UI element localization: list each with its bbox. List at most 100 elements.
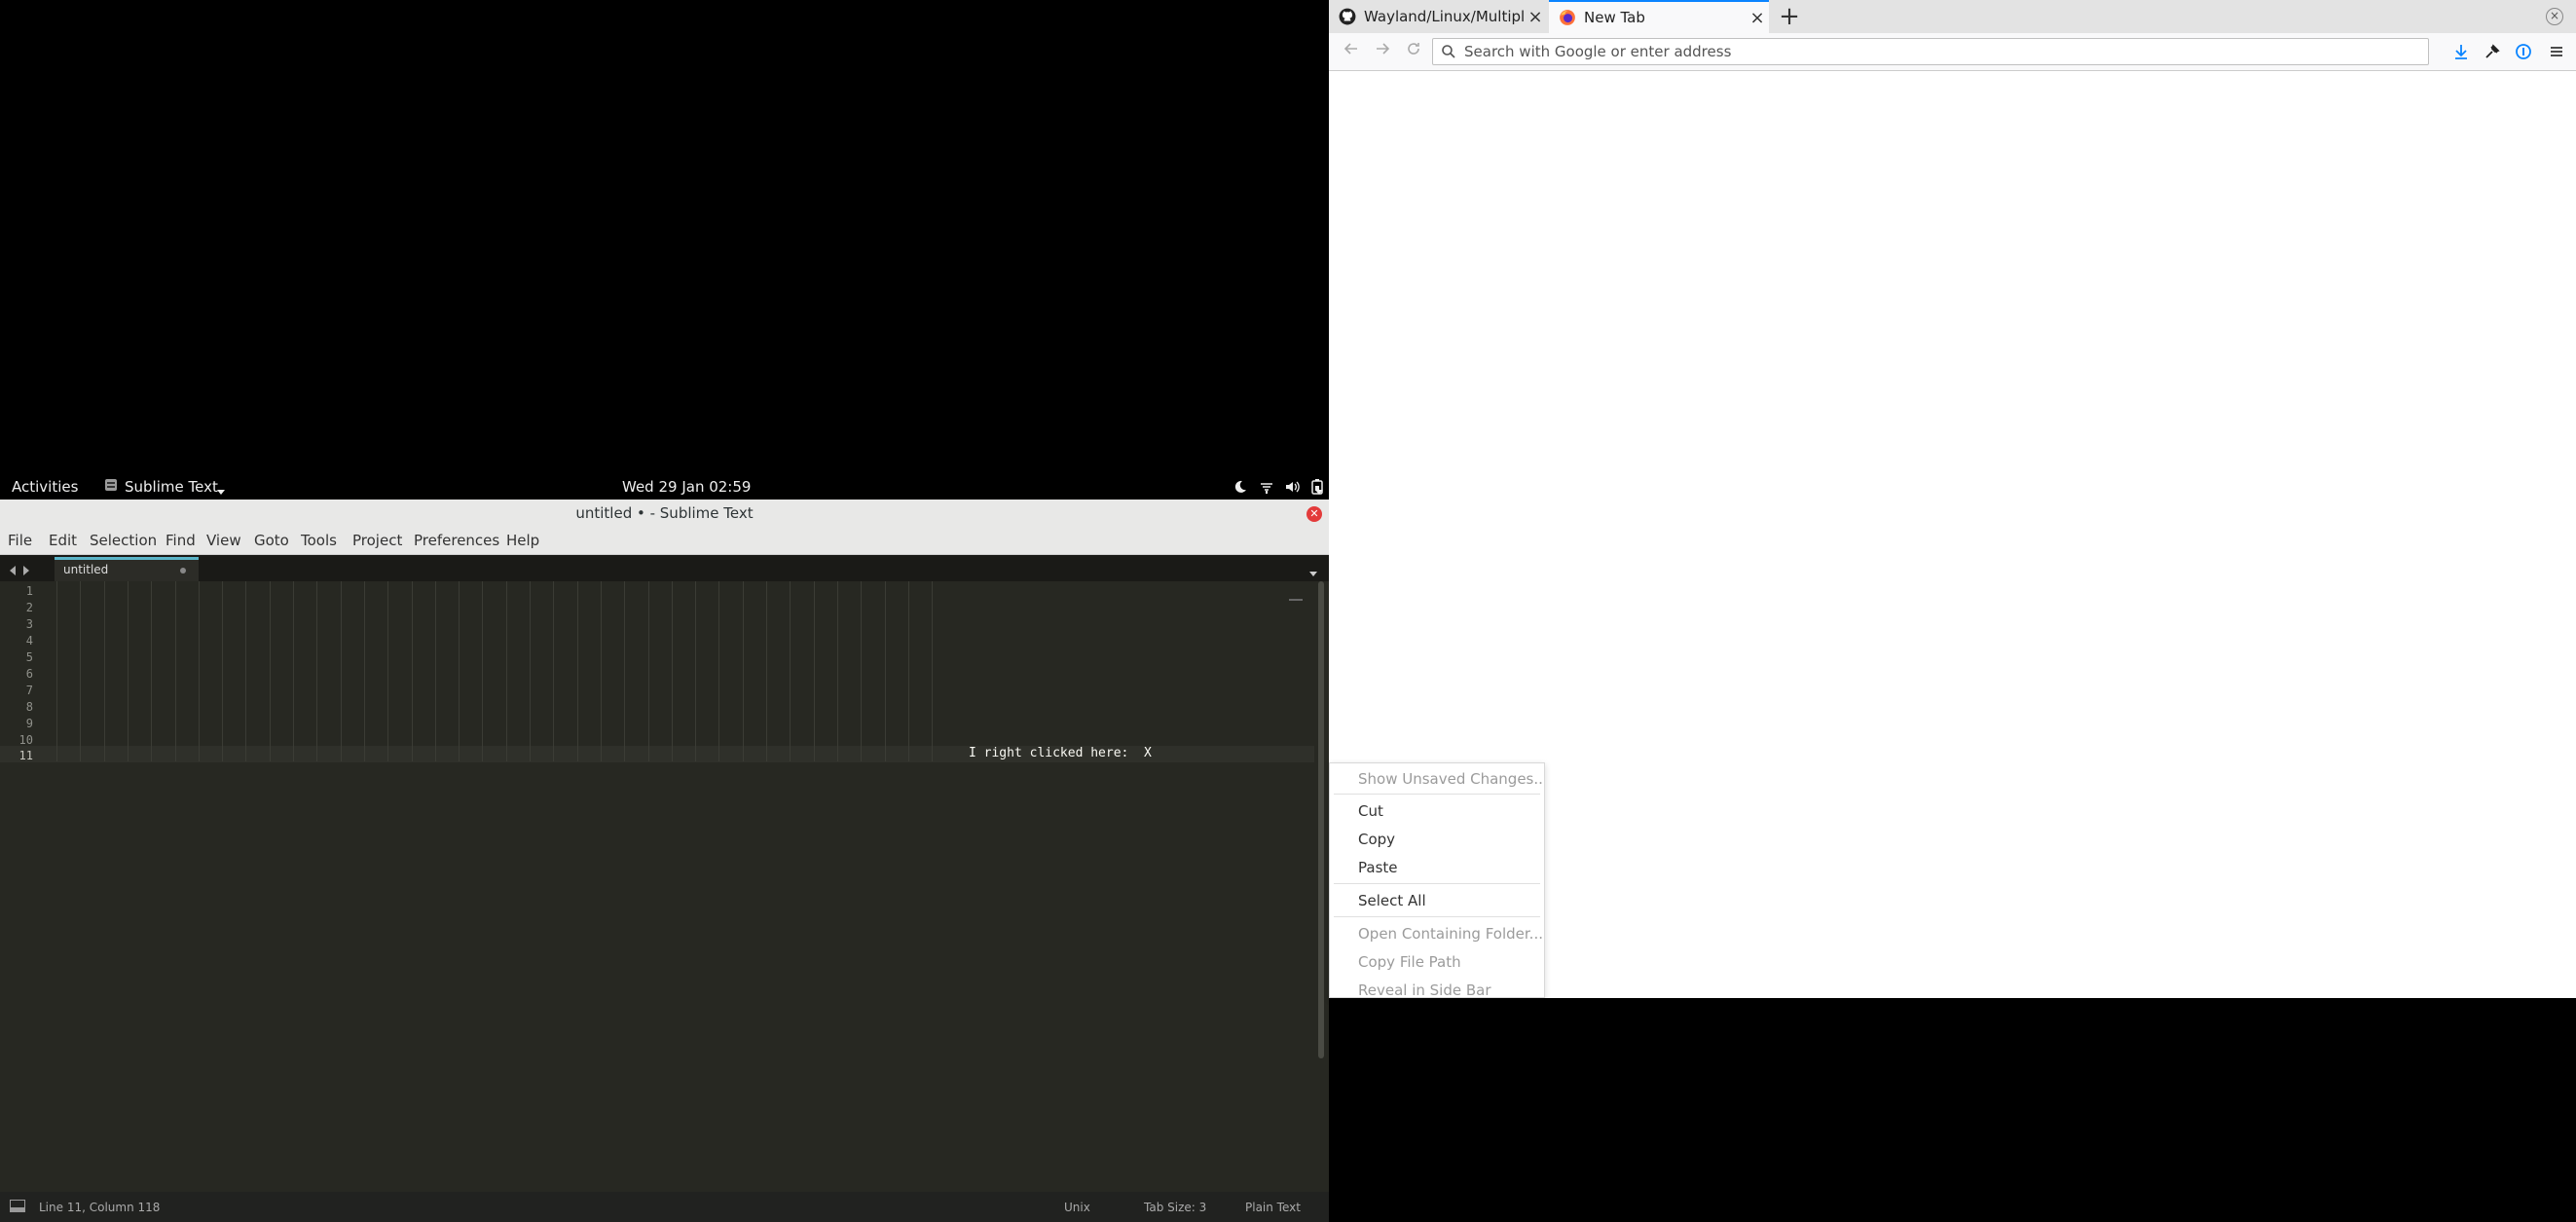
indent-guide — [293, 581, 294, 761]
night-light-icon — [1233, 480, 1247, 498]
tab-list-dropdown-icon[interactable] — [1308, 564, 1318, 582]
tab-scroll-right-icon[interactable] — [21, 562, 31, 580]
indent-guide — [127, 581, 129, 761]
tab-scroll-left-icon[interactable] — [8, 562, 18, 580]
tab-label: untitled — [63, 563, 109, 576]
indent-guide — [530, 581, 531, 761]
menu-help[interactable]: Help — [506, 532, 539, 549]
menu-separator — [1334, 916, 1540, 917]
indent-guide — [647, 581, 649, 761]
indent-guide — [363, 581, 365, 761]
github-icon — [1339, 8, 1356, 25]
indent-guide — [505, 581, 507, 761]
network-icon[interactable] — [1260, 480, 1273, 498]
search-icon — [1442, 45, 1455, 58]
window-close-icon[interactable]: ✕ — [1306, 506, 1322, 522]
window-close-icon[interactable]: × — [2546, 8, 2563, 25]
menu-item-reveal-in-side-bar: Reveal in Side Bar — [1358, 981, 1491, 998]
indent-guide — [103, 581, 105, 761]
menu-item-select-all[interactable]: Select All — [1358, 892, 1426, 909]
unsaved-dot-icon[interactable] — [180, 568, 186, 574]
close-tab-icon[interactable]: × — [1746, 8, 1769, 28]
window-title: untitled • - Sublime Text — [0, 500, 1329, 527]
tab-github[interactable]: Wayland/Linux/Multiple × — [1329, 0, 1547, 33]
indent-guide — [553, 581, 555, 761]
indent-guide — [316, 581, 318, 761]
back-icon[interactable] — [1339, 39, 1364, 64]
menu-preferences[interactable]: Preferences — [414, 532, 499, 549]
menu-view[interactable]: View — [206, 532, 241, 549]
menu-tools[interactable]: Tools — [301, 532, 337, 549]
indent-guide — [624, 581, 626, 761]
app-menu[interactable]: Sublime Text — [125, 478, 218, 496]
indent-guide — [340, 581, 342, 761]
tab-untitled[interactable]: untitled — [55, 557, 199, 581]
indent-guide — [245, 581, 247, 761]
tab-strip: Wayland/Linux/Multiple × New Tab × + × — [1329, 0, 2576, 33]
close-tab-icon[interactable]: × — [1524, 7, 1547, 27]
hamburger-menu-icon[interactable] — [2545, 40, 2568, 63]
menu-edit[interactable]: Edit — [49, 532, 77, 549]
line-endings[interactable]: Unix — [1064, 1201, 1090, 1214]
indent-guide — [198, 581, 200, 761]
indent-guide — [80, 581, 82, 761]
menu-item-cut[interactable]: Cut — [1358, 802, 1383, 820]
editor-area[interactable]: 1 2 3 4 5 6 7 8 9 10 11 I right clicked … — [0, 581, 1314, 1192]
minimap[interactable] — [1289, 599, 1303, 601]
sublime-text-window: untitled • - Sublime Text ✕ File Edit Se… — [0, 500, 1329, 1222]
scrollbar-thumb[interactable] — [1318, 581, 1324, 1058]
clock[interactable]: Wed 29 Jan 02:59 — [622, 478, 751, 496]
indent-guide — [884, 581, 886, 761]
system-menu-arrow-icon[interactable] — [1314, 483, 1324, 500]
navigation-toolbar — [1329, 33, 2576, 71]
app-menu-icon — [104, 478, 118, 496]
reload-icon[interactable] — [1401, 39, 1426, 64]
menu-item-show-unsaved-changes: Show Unsaved Changes... — [1358, 770, 1545, 788]
url-input[interactable] — [1462, 42, 2428, 61]
extension-icon[interactable] — [2481, 40, 2504, 63]
indent-guide — [151, 581, 153, 761]
indent-guide — [411, 581, 413, 761]
new-tab-button[interactable]: + — [1777, 4, 1802, 29]
indent-guide — [174, 581, 176, 761]
menu-item-paste[interactable]: Paste — [1358, 859, 1398, 876]
url-bar[interactable] — [1432, 38, 2429, 65]
menu-selection[interactable]: Selection — [90, 532, 157, 549]
indent-guide — [718, 581, 720, 761]
password-manager-icon[interactable] — [2512, 40, 2535, 63]
indent-guide — [695, 581, 697, 761]
context-menu: Show Unsaved Changes... Cut Copy Paste S… — [1329, 762, 1545, 998]
indent-guide — [861, 581, 863, 761]
app-menu-arrow-icon[interactable] — [216, 483, 226, 500]
menu-goto[interactable]: Goto — [254, 532, 289, 549]
download-icon[interactable] — [2449, 40, 2473, 63]
menu-find[interactable]: Find — [166, 532, 196, 549]
panel-toggle-icon[interactable] — [10, 1200, 25, 1215]
indent-guide — [836, 581, 838, 761]
menu-item-open-containing-folder: Open Containing Folder... — [1358, 925, 1543, 943]
volume-icon[interactable] — [1285, 480, 1300, 498]
indent-guide — [576, 581, 578, 761]
menu-item-copy[interactable]: Copy — [1358, 831, 1395, 848]
menu-bar: File Edit Selection Find View Goto Tools… — [0, 527, 1329, 555]
indent-guide — [600, 581, 602, 761]
tab-title: Wayland/Linux/Multiple — [1364, 8, 1524, 25]
menu-file[interactable]: File — [8, 532, 32, 549]
indent-guide — [790, 581, 791, 761]
activities-button[interactable]: Activities — [12, 478, 78, 496]
syntax[interactable]: Plain Text — [1245, 1201, 1301, 1214]
tab-size[interactable]: Tab Size: 3 — [1144, 1201, 1206, 1214]
menu-project[interactable]: Project — [352, 532, 402, 549]
tab-new-tab[interactable]: New Tab × — [1549, 0, 1769, 33]
indent-guide — [742, 581, 744, 761]
cursor-position: Line 11, Column 118 — [39, 1201, 161, 1214]
menu-separator — [1334, 794, 1540, 795]
indent-guide — [932, 581, 934, 761]
indent-guide — [671, 581, 673, 761]
forward-icon[interactable] — [1370, 39, 1395, 64]
tab-title: New Tab — [1584, 9, 1645, 26]
tab-bar: untitled — [0, 555, 1329, 581]
vertical-scrollbar[interactable] — [1314, 581, 1329, 1192]
gnome-top-bar: Activities Sublime Text Wed 29 Jan 02:59 — [0, 474, 1329, 500]
indent-guide — [434, 581, 436, 761]
